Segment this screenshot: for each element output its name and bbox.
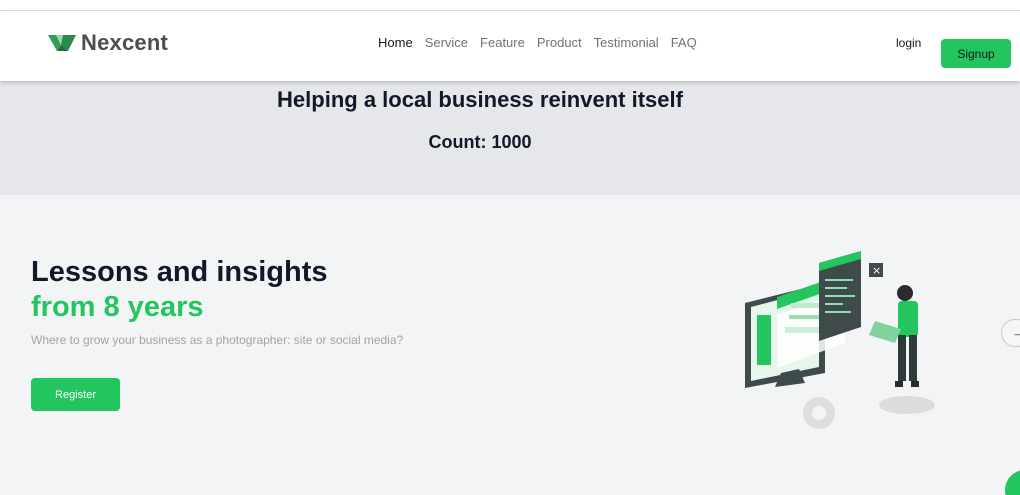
brand-name: Nexcent <box>81 30 168 55</box>
next-slide-button[interactable]: → <box>1001 319 1020 347</box>
hero-title-line1: Lessons and insights <box>31 256 328 288</box>
nav-feature[interactable]: Feature <box>480 35 525 50</box>
login-link[interactable]: login <box>896 36 921 50</box>
developer-illustration: × <box>745 251 935 429</box>
scroll-top-button[interactable] <box>1005 470 1020 495</box>
hero-subtitle: Where to grow your business as a photogr… <box>31 333 404 347</box>
nav-service[interactable]: Service <box>425 35 468 50</box>
register-button[interactable]: Register <box>31 378 120 411</box>
nexcent-logo-icon <box>48 35 76 51</box>
main-nav: Home Service Feature Product Testimonial… <box>378 35 697 50</box>
nav-home[interactable]: Home <box>378 35 413 50</box>
nav-faq[interactable]: FAQ <box>671 35 697 50</box>
nav-product[interactable]: Product <box>537 35 582 50</box>
nav-testimonial[interactable]: Testimonial <box>594 35 659 50</box>
signup-button[interactable]: Signup <box>941 39 1011 68</box>
arrow-right-icon: → <box>1012 325 1020 340</box>
banner-title: Helping a local business reinvent itself <box>277 87 683 112</box>
hero-title-line2: from 8 years <box>31 291 204 323</box>
counter-text: Count: 1000 <box>428 132 532 152</box>
logo[interactable]: Nexcent <box>48 30 168 56</box>
hero-section: Lessons and insights from 8 years Where … <box>0 195 1020 495</box>
svg-text:×: × <box>872 264 881 277</box>
